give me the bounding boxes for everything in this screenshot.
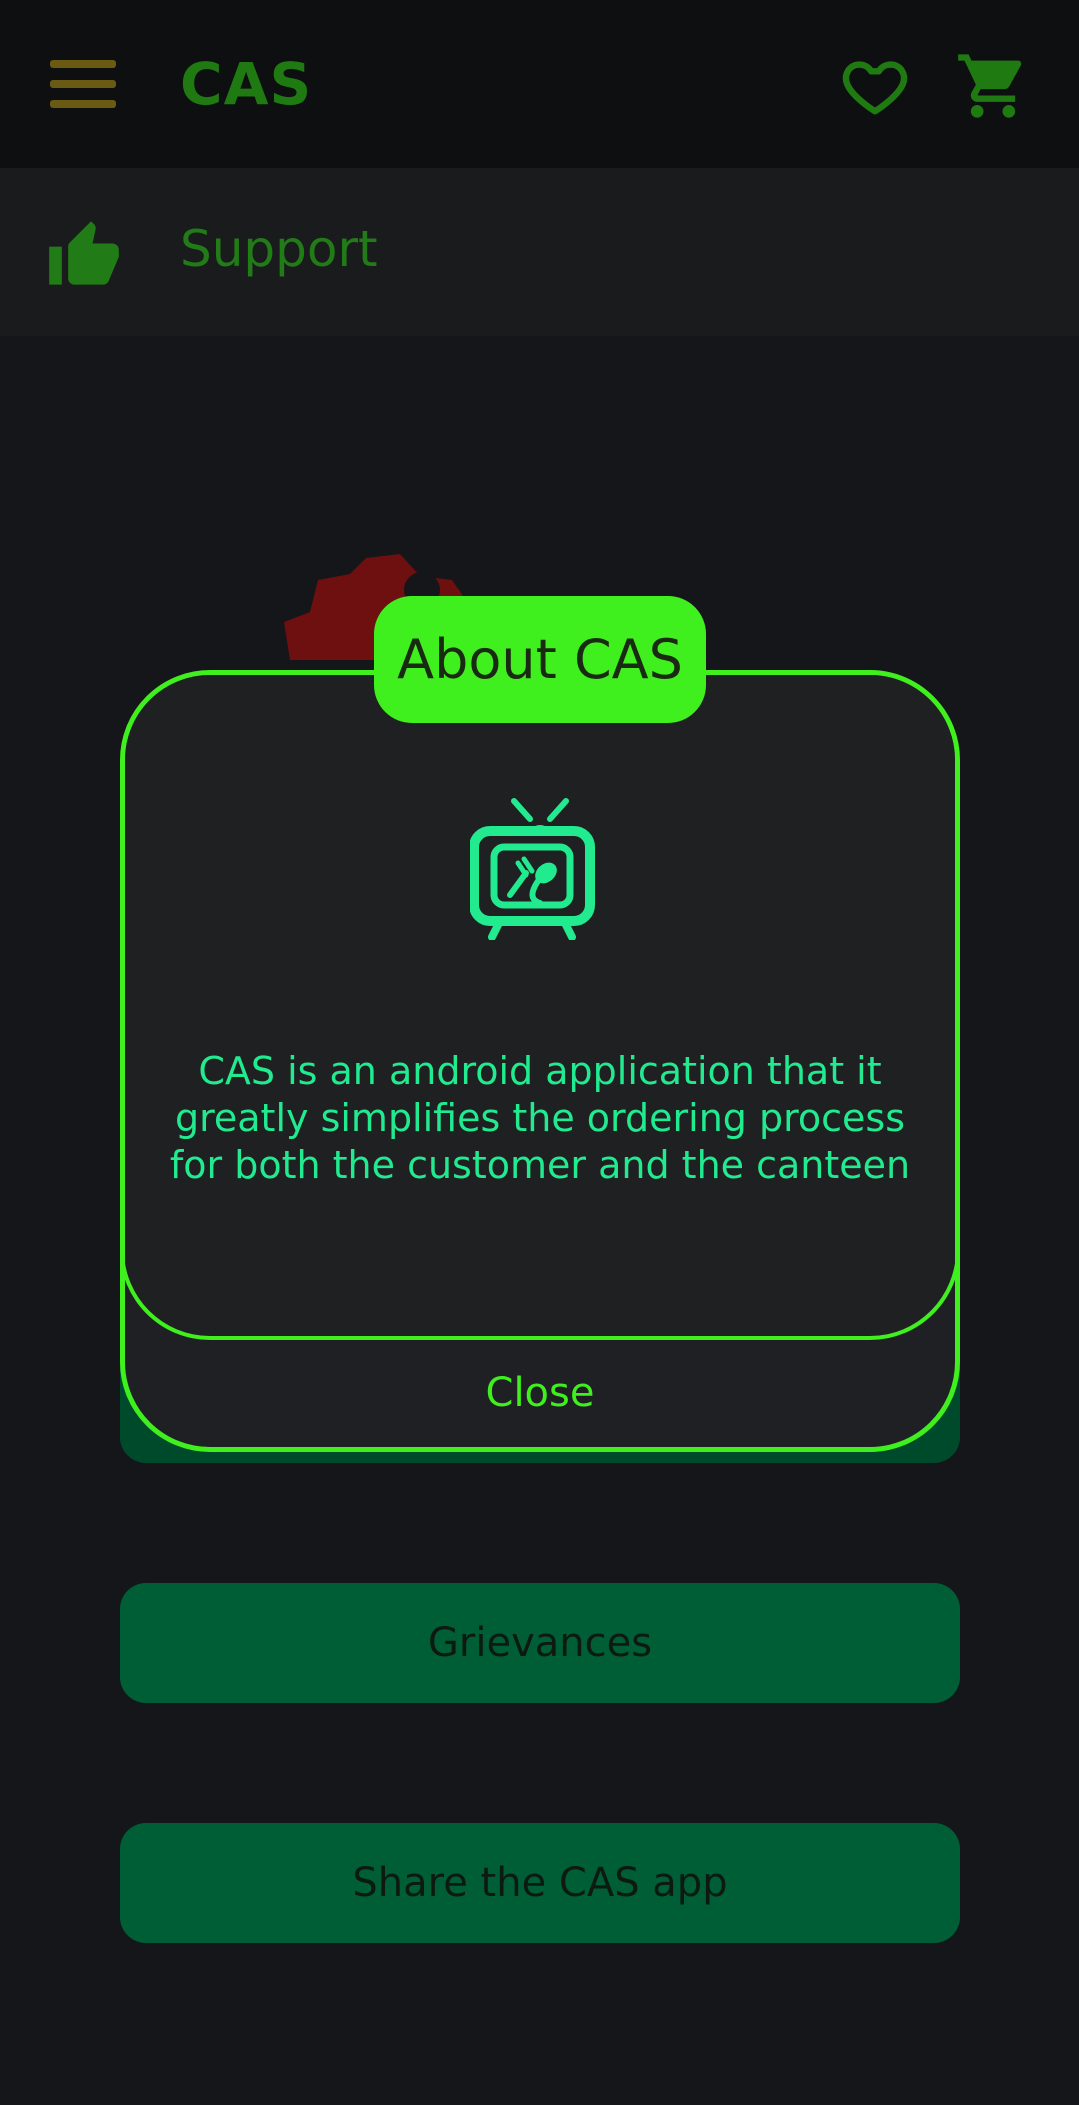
section-title: Support: [180, 220, 378, 278]
app-bar: CAS: [0, 0, 1079, 168]
heart-icon[interactable]: [840, 50, 910, 120]
thumbs-up-icon: [46, 218, 122, 288]
dialog-message: CAS is an android application that it gr…: [169, 1049, 911, 1187]
shopping-cart-icon[interactable]: [955, 48, 1031, 124]
hamburger-menu-icon[interactable]: [50, 58, 116, 110]
app-title: CAS: [180, 50, 313, 118]
dialog-body: [125, 675, 955, 1340]
section-header: Support: [0, 168, 1079, 336]
grievances-button[interactable]: Grievances: [120, 1583, 960, 1703]
dialog-title: About CAS: [374, 596, 706, 723]
tv-food-logo-icon: [469, 795, 610, 941]
close-button[interactable]: Close: [120, 1335, 960, 1450]
share-app-button[interactable]: Share the CAS app: [120, 1823, 960, 1943]
